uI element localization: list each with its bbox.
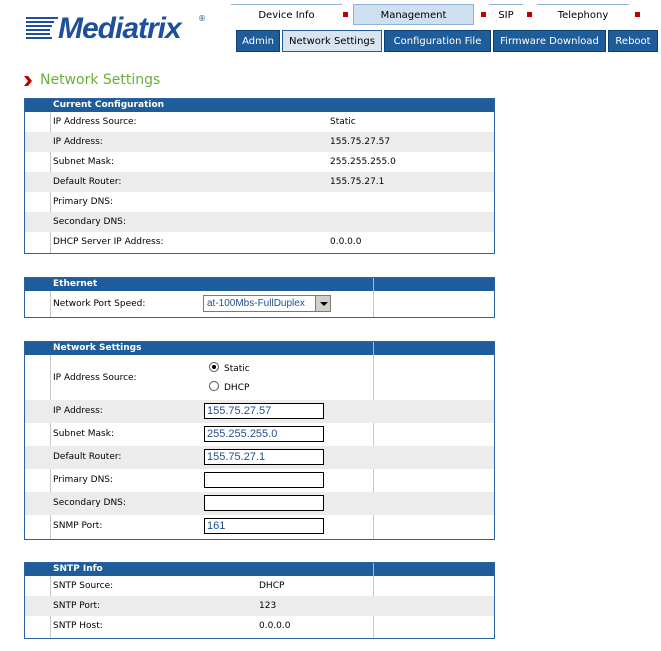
- row-label: Network Port Speed:: [53, 299, 146, 309]
- table-row: Subnet Mask: 255.255.255.0: [25, 152, 494, 172]
- header-divider: [373, 278, 374, 291]
- row-label: Primary DNS:: [53, 197, 114, 207]
- topnav-management[interactable]: Management: [353, 4, 474, 25]
- table-row: SNTP Source: DHCP: [25, 576, 494, 596]
- table-row: Secondary DNS:: [25, 492, 494, 515]
- nav-marker-icon: [527, 12, 532, 17]
- brand-name: Mediatrix: [58, 12, 182, 45]
- row-label: SNTP Port:: [53, 601, 101, 611]
- page-title-text: Network Settings: [40, 72, 161, 88]
- header-divider: [373, 563, 374, 576]
- top-navigation: Device Info Management SIP Telephony: [231, 4, 661, 25]
- table-row: IP Address: 155.75.27.57: [25, 400, 494, 423]
- subnav-network-settings[interactable]: Network Settings: [282, 30, 382, 52]
- table-row: Default Router: 155.75.27.1: [25, 172, 494, 192]
- panel-header: Current Configuration: [25, 99, 494, 112]
- mediatrix-logo: Mediatrix ®: [24, 8, 210, 48]
- row-value: 0.0.0.0: [259, 621, 291, 631]
- row-label: IP Address:: [53, 406, 103, 416]
- nav-marker-icon: [343, 12, 348, 17]
- select-value: at-100Mbs-FullDuplex: [207, 298, 305, 309]
- row-value: 123: [259, 601, 277, 611]
- panel-header-title: Network Settings: [53, 343, 142, 353]
- radio-label-static: Static: [224, 364, 250, 374]
- table-row: DHCP Server IP Address: 0.0.0.0: [25, 232, 494, 252]
- row-label: SNTP Source:: [53, 581, 114, 591]
- row-value: Static: [330, 117, 356, 127]
- network-port-speed-select[interactable]: at-100Mbs-FullDuplex: [203, 295, 331, 312]
- table-row: Secondary DNS:: [25, 212, 494, 232]
- row-label: SNTP Host:: [53, 621, 103, 631]
- ethernet-panel: Ethernet Network Port Speed: at-100Mbs-F…: [24, 277, 495, 318]
- radio-label-dhcp: DHCP: [224, 383, 250, 393]
- row-label: Default Router:: [53, 452, 122, 462]
- table-row: Primary DNS:: [25, 192, 494, 212]
- panel-header-title: SNTP Info: [53, 564, 103, 574]
- radio-dhcp[interactable]: [209, 381, 219, 391]
- panel-header: Network Settings: [25, 342, 494, 355]
- panel-header-title: Current Configuration: [53, 100, 165, 110]
- row-value: 0.0.0.0: [330, 237, 362, 247]
- table-row: IP Address Source: Static DHCP: [25, 355, 494, 400]
- table-row: SNTP Port: 123: [25, 596, 494, 616]
- table-row: Primary DNS:: [25, 469, 494, 492]
- subnet-mask-input[interactable]: 255.255.255.0: [204, 426, 324, 442]
- row-label: Primary DNS:: [53, 475, 114, 485]
- row-label: DHCP Server IP Address:: [53, 237, 164, 247]
- topnav-telephony[interactable]: Telephony: [537, 4, 629, 25]
- table-row: SNTP Host: 0.0.0.0: [25, 616, 494, 636]
- row-label: Subnet Mask:: [53, 157, 114, 167]
- panel-header-title: Ethernet: [53, 279, 98, 289]
- current-configuration-panel: Current Configuration IP Address Source:…: [24, 98, 495, 254]
- table-row: IP Address: 155.75.27.57: [25, 132, 494, 152]
- brand-registered-mark: ®: [198, 14, 206, 23]
- radio-static[interactable]: [209, 362, 219, 372]
- network-settings-panel: Network Settings IP Address Source: Stat…: [24, 341, 495, 540]
- row-label: SNMP Port:: [53, 521, 103, 531]
- row-label: IP Address Source:: [53, 373, 137, 383]
- subnav-firmware-download[interactable]: Firmware Download: [493, 30, 606, 52]
- row-label: Secondary DNS:: [53, 498, 126, 508]
- row-label: IP Address:: [53, 137, 103, 147]
- row-label: IP Address Source:: [53, 117, 137, 127]
- row-value: DHCP: [259, 581, 285, 591]
- header-divider: [373, 342, 374, 355]
- row-value: 155.75.27.57: [330, 137, 391, 147]
- row-label: Default Router:: [53, 177, 122, 187]
- row-label: Secondary DNS:: [53, 217, 126, 227]
- ip-address-input[interactable]: 155.75.27.57: [204, 403, 324, 419]
- subnav-admin[interactable]: Admin: [236, 30, 280, 52]
- chevron-down-icon[interactable]: [315, 296, 330, 311]
- topnav-sip[interactable]: SIP: [489, 4, 523, 25]
- primary-dns-input[interactable]: [204, 472, 324, 488]
- title-arrow-icon: [24, 76, 32, 86]
- table-row: Default Router: 155.75.27.1: [25, 446, 494, 469]
- snmp-port-input[interactable]: 161: [204, 518, 324, 534]
- sntp-info-panel: SNTP Info SNTP Source: DHCP SNTP Port: 1…: [24, 562, 495, 639]
- topnav-device-info[interactable]: Device Info: [231, 4, 342, 25]
- table-row: Network Port Speed: at-100Mbs-FullDuplex: [25, 291, 494, 317]
- default-router-input[interactable]: 155.75.27.1: [204, 449, 324, 465]
- nav-marker-icon: [635, 12, 640, 17]
- table-row: SNMP Port: 161: [25, 515, 494, 538]
- subnav-configuration-file[interactable]: Configuration File: [384, 30, 491, 52]
- table-row: Subnet Mask: 255.255.255.0: [25, 423, 494, 446]
- subnav-reboot[interactable]: Reboot: [608, 30, 658, 52]
- panel-header: SNTP Info: [25, 563, 494, 576]
- table-row: IP Address Source: Static: [25, 112, 494, 132]
- row-value: 255.255.255.0: [330, 157, 396, 167]
- secondary-dns-input[interactable]: [204, 495, 324, 511]
- panel-header: Ethernet: [25, 278, 494, 291]
- row-value: 155.75.27.1: [330, 177, 385, 187]
- row-label: Subnet Mask:: [53, 429, 114, 439]
- nav-marker-icon: [481, 12, 486, 17]
